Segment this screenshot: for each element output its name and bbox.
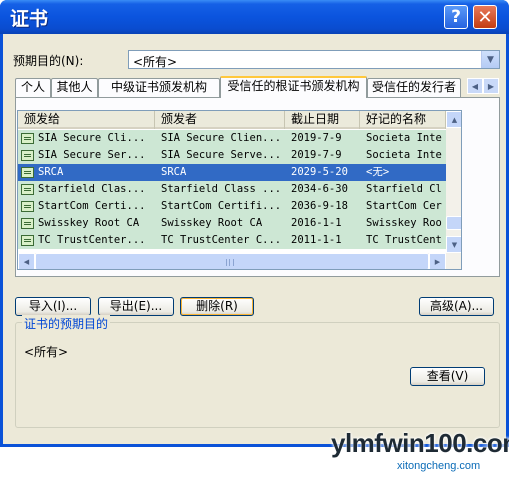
table-cell: SIA Secure Clien... [161,132,282,144]
certificate-icon [21,150,34,161]
certificate-icon [21,235,34,246]
certificate-list[interactable]: 颁发给 颁发者 截止日期 好记的名称 SIA Secure Cli... SIA … [17,110,462,270]
table-cell: Societa Inte... [366,149,444,161]
close-icon: ✕ [477,6,493,28]
watermark-subtext: xitongcheng.com [397,460,481,472]
table-row[interactable]: SRCA SRCA 2029-5-20 <无> [18,164,446,181]
certificate-icon [21,201,34,212]
table-cell: Societa Inte... [366,132,444,144]
table-cell: StartCom Certifi... [161,200,282,212]
horizontal-scroll-thumb[interactable] [35,253,429,269]
table-cell: 2011-1-1 [291,234,342,246]
table-cell: SIA Secure Ser... [38,149,146,161]
table-cell: 2034-6-30 [291,183,348,195]
column-expiration-date[interactable]: 截止日期 [285,111,360,129]
question-icon: ? [451,7,461,27]
table-cell: 2029-5-20 [291,166,348,178]
grip-icon [226,259,234,266]
column-issued-by[interactable]: 颁发者 [155,111,285,129]
table-cell: Swisskey Roo... [366,217,444,229]
table-row[interactable]: SIA Secure Ser... SIA Secure Serve... 2019… [18,147,446,164]
horizontal-scrollbar[interactable]: ◀ ▶ [18,253,461,269]
table-cell: StartCom Cer... [366,200,444,212]
certificate-icon [21,167,34,178]
vertical-scroll-thumb[interactable] [446,216,461,230]
tab-personal[interactable]: 个人 [15,78,51,97]
certificate-icon [21,184,34,195]
table-cell: Swisskey Root CA [161,217,263,229]
tab-label: 受信任的发行者 [371,80,456,94]
tab-label: 中级证书颁发机构 [110,80,207,94]
watermark-text: ylmfwin100.com [331,428,509,458]
certificate-store-tabs: 个人 其他人 中级证书颁发机构 受信任的根证书颁发机构 受信任的发行者 ◀ ▶ [15,76,500,98]
table-cell: SRCA [38,166,64,178]
tab-scroll-right-button[interactable]: ▶ [483,78,499,94]
table-cell: 2036-9-18 [291,200,348,212]
tab-label: 受信任的根证书颁发机构 [227,79,360,93]
table-cell: 2019-7-9 [291,149,342,161]
table-row[interactable]: SIA Secure Cli... SIA Secure Clien... 2019… [18,130,446,147]
purpose-dropdown-value: <所有> [133,55,178,69]
scroll-left-button[interactable]: ◀ [18,253,35,269]
arrow-up-icon: ▲ [451,115,458,124]
table-cell: SRCA [161,166,187,178]
table-cell: Starfield Cl... [366,183,444,195]
close-button[interactable]: ✕ [473,5,497,29]
table-row[interactable]: Swisskey Root CA Swisskey Root CA 2016-1-1… [18,215,446,232]
scroll-up-button[interactable]: ▲ [446,111,461,128]
table-row[interactable]: Starfield Clas... Starfield Class ... 2034… [18,181,446,198]
table-cell: Starfield Class ... [161,183,282,195]
remove-button[interactable]: 删除(R) [180,297,254,316]
group-title: 证书的预期目的 [22,315,111,332]
arrow-right-icon: ▶ [434,257,441,266]
certificate-purposes-group: 证书的预期目的 <所有> 查看(V) [15,315,500,428]
help-button[interactable]: ? [444,5,468,29]
list-header: 颁发给 颁发者 截止日期 好记的名称 [18,111,446,129]
tab-label: 个人 [20,80,45,94]
arrow-down-icon: ▼ [451,240,458,249]
table-row[interactable]: StartCom Certi... StartCom Certifi... 2036… [18,198,446,215]
table-cell: SIA Secure Cli... [38,132,146,144]
arrow-left-icon: ◀ [23,257,30,266]
certificates-dialog: 证书 ? ✕ 预期目的(N): <所有> ▼ 个人 其他人 中级证书颁发机构 受… [0,0,509,472]
column-friendly-name[interactable]: 好记的名称 [360,111,446,129]
title-bar[interactable]: 证书 ? ✕ [0,0,509,34]
table-row[interactable]: TC TrustCenter... TC TrustCenter C... 2011… [18,232,446,249]
chevron-down-icon[interactable]: ▼ [481,51,499,68]
tab-other-people[interactable]: 其他人 [51,78,98,97]
vertical-scrollbar[interactable]: ▲ ▼ [446,111,461,253]
tab-label: 其他人 [56,80,93,94]
scroll-right-button[interactable]: ▶ [429,253,446,269]
table-cell: Starfield Clas... [38,183,146,195]
watermark-logo: ylmfwin100.com xitongcheng.com [327,424,509,478]
tab-trusted-root-ca[interactable]: 受信任的根证书颁发机构 [220,76,367,98]
tab-scroll-left-button[interactable]: ◀ [467,78,483,94]
certificate-icon [21,133,34,144]
scroll-down-button[interactable]: ▼ [446,236,461,253]
view-button[interactable]: 查看(V) [410,367,485,386]
table-cell: <无> [366,166,390,178]
table-cell: TC TrustCenter... [38,234,146,246]
table-cell: Swisskey Root CA [38,217,140,229]
purpose-dropdown[interactable]: <所有> ▼ [128,50,500,69]
table-cell: 2016-1-1 [291,217,342,229]
certificate-icon [21,218,34,229]
import-button[interactable]: 导入(I)... [15,297,91,316]
table-cell: StartCom Certi... [38,200,146,212]
table-cell: TC TrustCenter C... [161,234,282,246]
table-cell: TC TrustCent... [366,234,444,246]
purpose-label: 预期目的(N): [13,54,84,68]
tab-intermediate-ca[interactable]: 中级证书颁发机构 [98,78,220,97]
arrow-right-icon: ▶ [487,81,495,91]
window-title: 证书 [10,8,49,30]
arrow-left-icon: ◀ [471,81,479,91]
dialog-body: 预期目的(N): <所有> ▼ 个人 其他人 中级证书颁发机构 受信任的根证书颁… [3,34,509,472]
tab-trusted-publishers[interactable]: 受信任的发行者 [367,78,461,97]
table-cell: SIA Secure Serve... [161,149,282,161]
table-cell: 2019-7-9 [291,132,342,144]
export-button[interactable]: 导出(E)... [98,297,174,316]
column-issued-to[interactable]: 颁发给 [18,111,155,129]
advanced-button[interactable]: 高级(A)... [419,297,494,316]
purposes-value: <所有> [24,345,69,359]
